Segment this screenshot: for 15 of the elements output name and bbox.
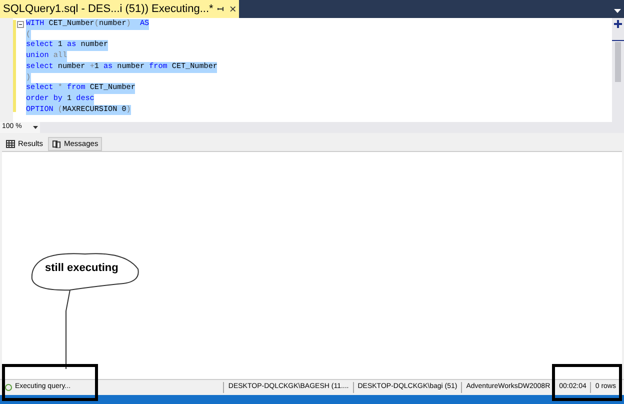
- document-icon: [52, 140, 62, 148]
- callout-text: still executing: [45, 261, 118, 276]
- grid-icon: [6, 140, 15, 148]
- highlight-frame: [552, 364, 622, 401]
- vertical-scrollbar[interactable]: [612, 18, 624, 122]
- document-tab[interactable]: SQLQuery1.sql - DES...i (51)) Executing...* ×: [0, 0, 240, 18]
- tab-title: SQLQuery1.sql - DES...i (51)) Executing...*: [3, 2, 214, 17]
- caret-icon: [33, 126, 38, 129]
- dropdown-icon[interactable]: [614, 9, 621, 13]
- pin-icon[interactable]: [217, 5, 226, 13]
- scroll-thumb[interactable]: [615, 42, 621, 82]
- collapse-icon[interactable]: [17, 20, 24, 28]
- split-icon[interactable]: [614, 20, 622, 28]
- close-button[interactable]: ×: [229, 3, 236, 15]
- spinner-icon: [5, 384, 12, 391]
